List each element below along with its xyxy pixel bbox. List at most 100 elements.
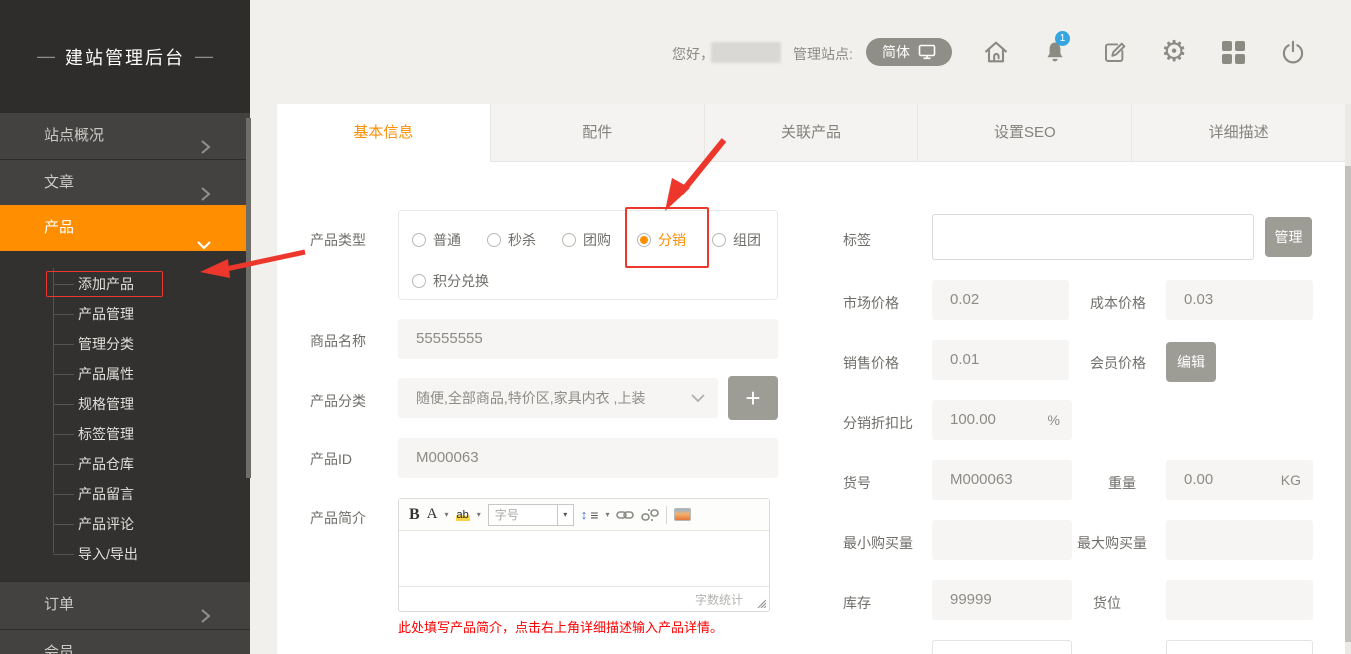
radio-circle (412, 233, 426, 247)
link-icon[interactable] (616, 509, 634, 521)
unlink-icon[interactable] (641, 508, 659, 522)
tags-label: 标签 (843, 230, 871, 250)
manage-site-label: 管理站点: (793, 44, 853, 64)
apps-button[interactable] (1217, 36, 1249, 68)
sidebar-item-label: 文章 (44, 174, 74, 191)
submenu-item-category[interactable]: 管理分类 (0, 330, 250, 358)
radio-points[interactable]: 积分兑换 (412, 271, 489, 291)
caret-down-icon[interactable]: ▾ (445, 510, 449, 519)
submenu-item-warehouse[interactable]: 产品仓库 (0, 450, 250, 478)
location-input[interactable] (1166, 580, 1313, 620)
tab-seo[interactable]: 设置SEO (917, 104, 1131, 162)
bold-icon[interactable]: B (409, 506, 420, 524)
language-button[interactable]: 简体 (866, 38, 952, 66)
page-scrollbar-thumb[interactable] (1345, 166, 1351, 642)
member-price-label: 会员价格 (1090, 353, 1146, 373)
toolbar-separator (666, 506, 667, 524)
cutoff-input-left[interactable] (932, 640, 1072, 654)
sidebar-header: — 建站管理后台 — (0, 0, 250, 113)
stock-input[interactable]: 99999 (932, 580, 1072, 620)
tree-branch (53, 464, 74, 465)
sidebar-item-articles[interactable]: 文章 (0, 159, 250, 205)
monitor-icon (918, 44, 936, 60)
submenu-item-specs[interactable]: 规格管理 (0, 390, 250, 418)
settings-button[interactable]: ⚙ (1158, 36, 1190, 68)
category-select[interactable]: 随便,全部商品,特价区,家具内衣 ,上装 (398, 378, 718, 418)
tab-label: 配件 (582, 124, 612, 141)
font-color-icon[interactable]: A (427, 506, 438, 523)
distribution-ratio-input[interactable]: 100.00 % (932, 400, 1072, 440)
compose-button[interactable] (1099, 36, 1131, 68)
manage-tags-button[interactable]: 管理 (1265, 217, 1312, 257)
home-icon (982, 38, 1010, 66)
product-name-input[interactable]: 55555555 (398, 319, 778, 359)
cutoff-input-right[interactable] (1166, 640, 1313, 654)
product-type-group: 普通 秒杀 团购 分销 组团 积分兑换 (398, 210, 778, 300)
tree-branch (53, 374, 74, 375)
submenu-label: 产品属性 (78, 366, 134, 382)
submenu-label: 产品管理 (78, 306, 134, 322)
submenu-item-reviews[interactable]: 产品评论 (0, 510, 250, 538)
submenu-item-import-export[interactable]: 导入/导出 (0, 540, 250, 568)
submenu-item-tags[interactable]: 标签管理 (0, 420, 250, 448)
home-button[interactable] (980, 36, 1012, 68)
resize-grip[interactable] (756, 598, 766, 608)
radio-flash-sale[interactable]: 秒杀 (487, 230, 536, 250)
sidebar-item-label: 会员 (44, 644, 74, 654)
font-size-select[interactable]: 字号 ▾ (488, 504, 574, 526)
min-qty-input[interactable] (932, 520, 1072, 560)
percent-unit: % (1048, 400, 1060, 440)
sale-price-input[interactable]: 0.01 (932, 340, 1069, 380)
submenu-item-product-manage[interactable]: 产品管理 (0, 300, 250, 328)
tree-branch (53, 494, 74, 495)
submenu-label: 规格管理 (78, 396, 134, 412)
admin-page: — 建站管理后台 — 站点概况 文章 产品 添加产品 产品管理 管理 (0, 0, 1351, 654)
product-id-input[interactable]: M000063 (398, 438, 778, 478)
radio-normal[interactable]: 普通 (412, 230, 461, 250)
sidebar-item-site-overview[interactable]: 站点概况 (0, 113, 250, 159)
tab-basic-info[interactable]: 基本信息 (277, 104, 490, 162)
market-price-input[interactable]: 0.02 (932, 280, 1069, 320)
submenu-item-attributes[interactable]: 产品属性 (0, 360, 250, 388)
sidebar-scrollbar[interactable] (246, 118, 251, 478)
chevron-right-icon (200, 645, 212, 654)
max-qty-label: 最大购买量 (1077, 533, 1147, 553)
product-name-label: 商品名称 (310, 331, 366, 351)
distribution-ratio-value: 100.00 (950, 411, 996, 428)
notifications-button[interactable]: 1 (1039, 36, 1071, 68)
market-price-label: 市场价格 (843, 293, 899, 313)
item-no-input[interactable]: M000063 (932, 460, 1072, 500)
max-qty-input[interactable] (1166, 520, 1313, 560)
weight-input[interactable]: 0.00 KG (1166, 460, 1313, 500)
tags-input[interactable] (932, 214, 1254, 260)
page-scrollbar[interactable] (1345, 104, 1351, 654)
logout-button[interactable] (1277, 36, 1309, 68)
line-height-lines: ≡ (590, 507, 598, 523)
caret-down-icon[interactable]: ▾ (477, 510, 481, 519)
edit-member-price-button[interactable]: 编辑 (1166, 342, 1216, 382)
submenu-item-messages[interactable]: 产品留言 (0, 480, 250, 508)
add-category-button[interactable]: + (728, 376, 778, 420)
word-count-label: 字数统计 (695, 591, 743, 608)
app-title: 建站管理后台 (65, 44, 185, 70)
tab-label: 设置SEO (994, 124, 1056, 141)
item-no-label: 货号 (843, 473, 871, 493)
image-icon[interactable] (674, 508, 691, 521)
sidebar-item-label: 订单 (44, 596, 74, 613)
sidebar: — 建站管理后台 — 站点概况 文章 产品 添加产品 产品管理 管理 (0, 0, 250, 654)
radio-group-buy[interactable]: 团购 (562, 230, 611, 250)
tree-branch (53, 344, 74, 345)
cost-price-input[interactable]: 0.03 (1166, 280, 1313, 320)
radio-label: 秒杀 (508, 230, 536, 250)
caret-down-icon[interactable]: ▾ (605, 510, 609, 519)
highlight-icon[interactable]: ab (456, 509, 470, 521)
line-height-icon[interactable]: ↕ (581, 507, 588, 522)
sidebar-item-orders[interactable]: 订单 (0, 581, 250, 627)
editor-content[interactable] (399, 531, 769, 586)
radio-team[interactable]: 组团 (712, 230, 761, 250)
tab-description[interactable]: 详细描述 (1131, 104, 1345, 162)
submenu-label: 产品仓库 (78, 456, 134, 472)
grid-icon (1222, 41, 1245, 64)
editor-statusbar: 字数统计 (399, 586, 769, 611)
sidebar-item-members[interactable]: 会员 (0, 629, 250, 654)
